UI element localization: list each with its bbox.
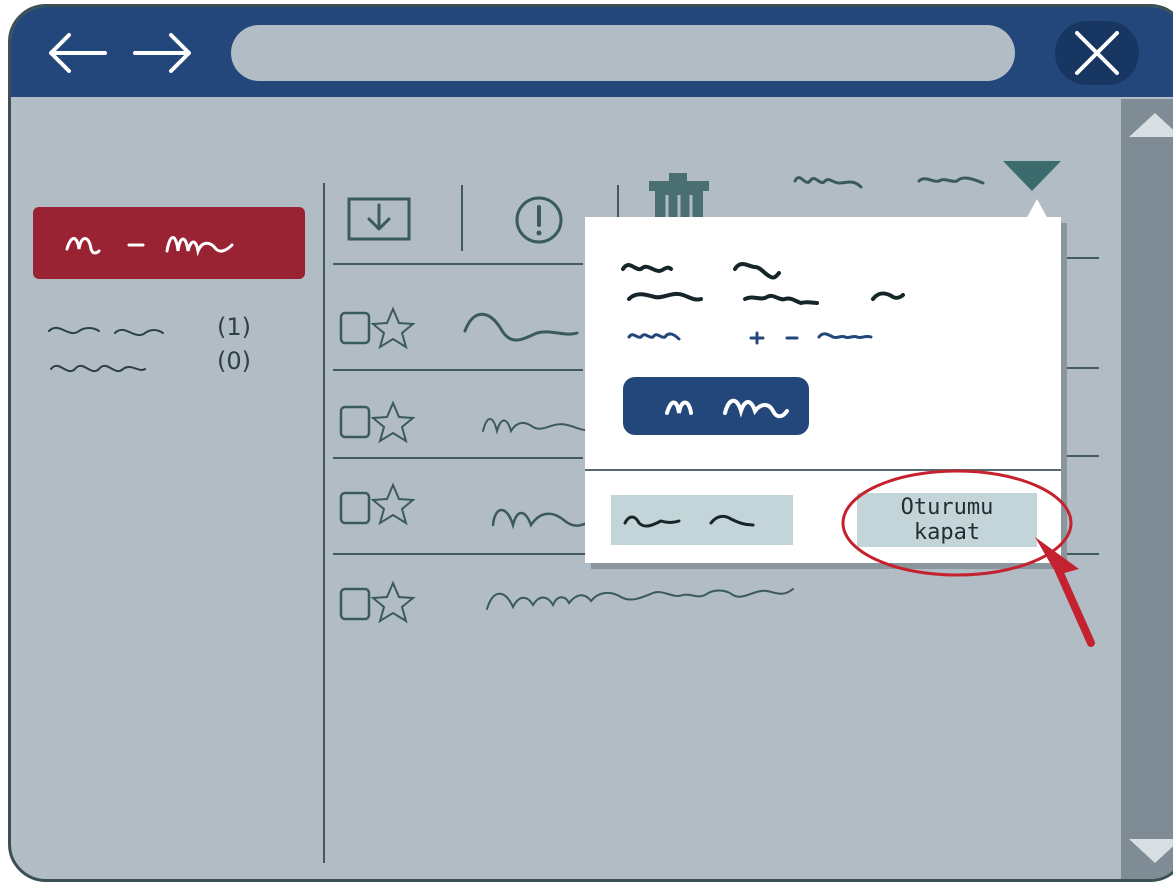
trash-icon[interactable] [643, 171, 715, 219]
address-bar[interactable] [231, 25, 1015, 81]
star-icon [370, 580, 416, 624]
row-separator [1059, 257, 1099, 259]
browser-titlebar [11, 7, 1173, 97]
arrow-right-icon [133, 33, 191, 73]
alert-icon[interactable] [511, 193, 571, 247]
download-icon[interactable] [345, 193, 413, 247]
forward-button[interactable] [129, 23, 199, 83]
manage-account-label [665, 398, 789, 419]
browser-window: (1) (0) Oturumu kapat [8, 4, 1173, 882]
compose-button[interactable] [33, 207, 305, 279]
row-separator [1059, 367, 1099, 369]
add-account-label [623, 514, 755, 528]
toolbar-separator [461, 185, 463, 251]
scroll-up-arrow-icon[interactable] [1125, 107, 1173, 141]
close-x-icon [1075, 31, 1119, 75]
row-separator [1059, 455, 1099, 457]
star-icon [370, 400, 416, 444]
row-separator [333, 457, 583, 459]
close-window-button[interactable] [1055, 21, 1139, 85]
chevron-down-icon [1003, 161, 1061, 191]
compose-button-label [65, 236, 234, 257]
row-separator [333, 263, 583, 265]
checkbox-icon [339, 587, 371, 621]
star-icon [370, 482, 416, 526]
folder-count: (0) [217, 347, 251, 375]
add-account-button[interactable] [611, 495, 793, 545]
checkbox-icon [339, 405, 371, 439]
arrow-left-icon [49, 33, 107, 73]
folder-label-scribble [48, 326, 164, 336]
popup-caret [1025, 199, 1049, 221]
account-name-dropdown[interactable] [791, 161, 1071, 201]
star-icon [370, 306, 416, 350]
checkbox-icon [339, 311, 371, 345]
sidebar-divider [323, 183, 325, 863]
scrollbar[interactable] [1121, 99, 1173, 879]
pointer-arrow-icon [1035, 537, 1095, 647]
checkbox-icon [339, 491, 371, 525]
row-separator [333, 369, 583, 371]
folder-item-sent[interactable]: (0) [45, 347, 275, 379]
back-button[interactable] [41, 23, 111, 83]
folder-count: (1) [217, 313, 251, 341]
folder-item-inbox[interactable]: (1) [45, 313, 275, 345]
folder-label-scribble [50, 364, 146, 372]
manage-account-button[interactable] [623, 377, 809, 435]
scroll-down-arrow-icon[interactable] [1125, 835, 1173, 869]
